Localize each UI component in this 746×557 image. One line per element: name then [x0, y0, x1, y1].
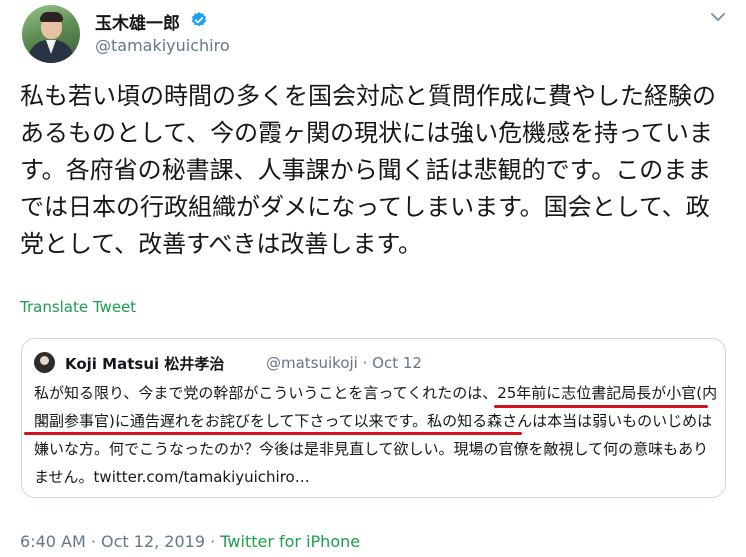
avatar-hair [40, 12, 63, 22]
tweet-text: 私も若い頃の時間の多くを国会対応と質問作成に費やした経験のあるものとして、今の霞… [20, 82, 716, 258]
tweet-timestamp[interactable]: 6:40 AM · Oct 12, 2019 · [20, 532, 220, 551]
avatar[interactable] [22, 5, 80, 63]
tweet-source[interactable]: Twitter for iPhone [220, 532, 360, 551]
tweet-meta: 6:40 AM · Oct 12, 2019 · Twitter for iPh… [20, 532, 360, 551]
translate-tweet-link[interactable]: Translate Tweet [20, 298, 136, 316]
quoted-avatar[interactable] [34, 352, 55, 373]
red-underline-2 [24, 432, 522, 435]
quoted-author-name: Koji Matsui 松井孝治 [65, 355, 225, 373]
red-underline-1 [494, 405, 708, 408]
quoted-tweet[interactable]: Koji Matsui 松井孝治 @matsuikoji · Oct 12 私が… [21, 338, 726, 498]
verified-badge-icon [191, 12, 207, 27]
chevron-down-icon[interactable] [708, 10, 728, 24]
author-handle[interactable]: @tamakiyuichiro [95, 36, 230, 55]
author-display-name[interactable]: 玉木雄一郎 [95, 9, 180, 34]
quoted-handle-date: @matsuikoji · Oct 12 [266, 354, 422, 372]
quoted-tweet-text: 私が知る限り、今まで党の幹部がこういうことを言ってくれたのは、25年前に志位書記… [34, 384, 718, 486]
